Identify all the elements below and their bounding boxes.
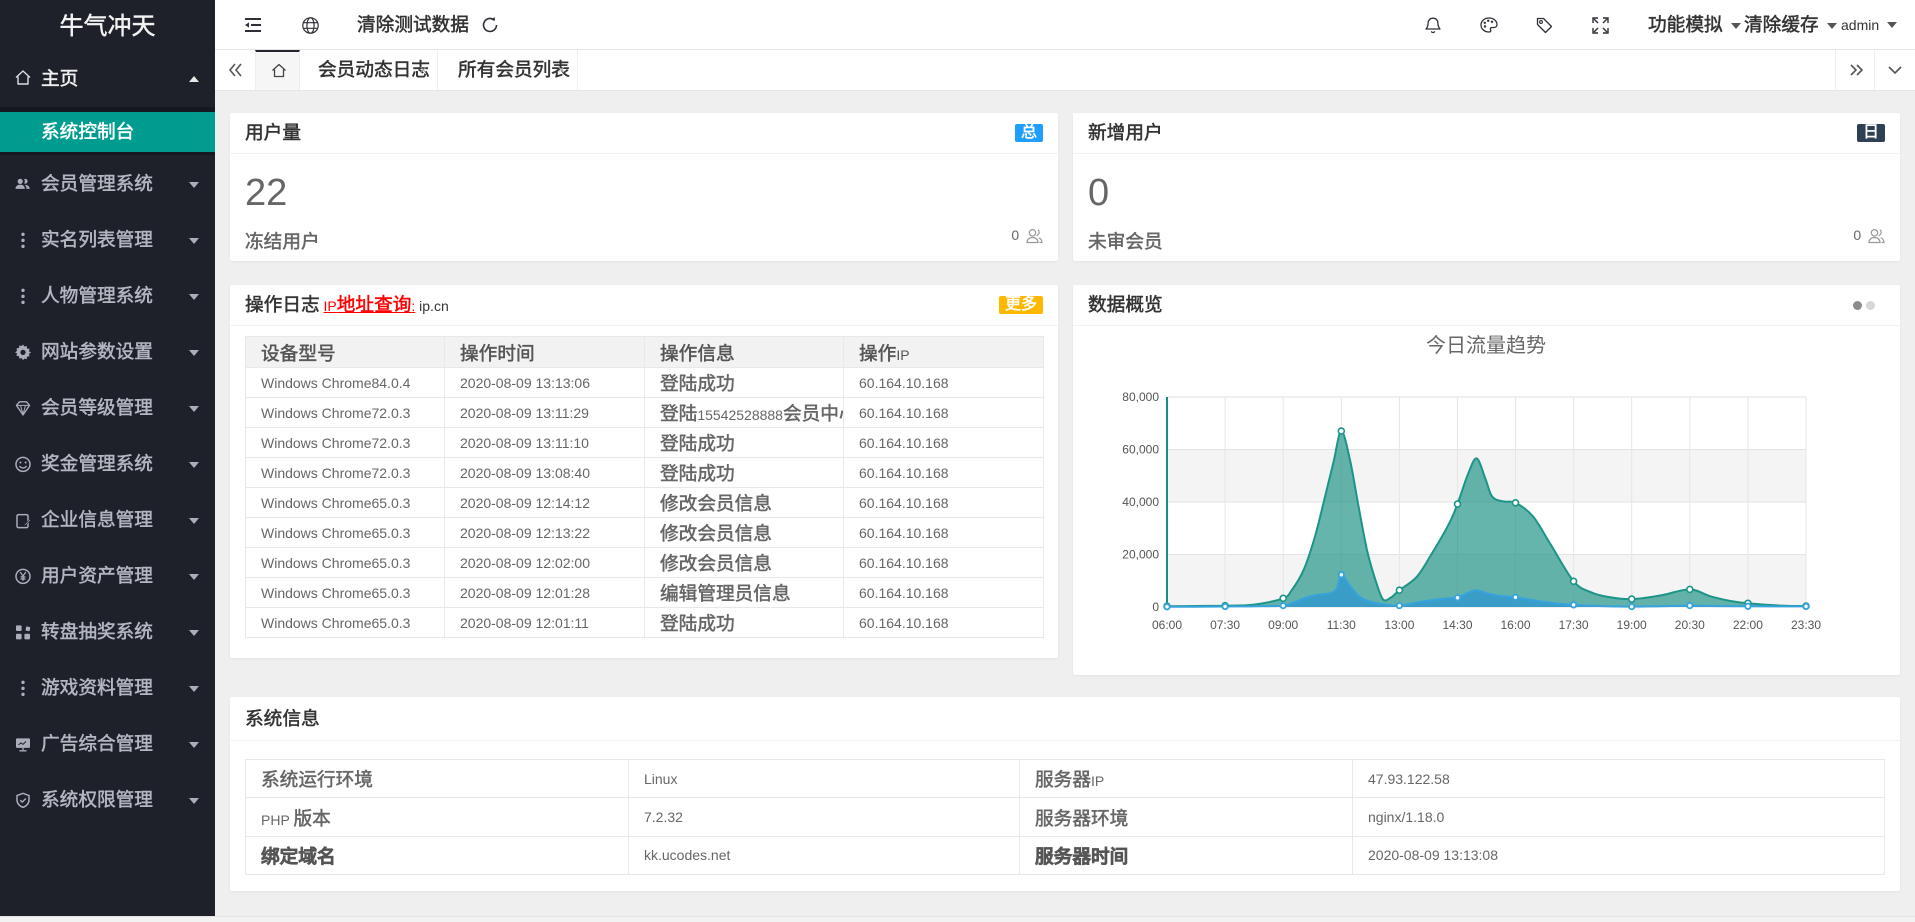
svg-text:09:00: 09:00 [1268, 618, 1298, 632]
svg-text:16:00: 16:00 [1500, 618, 1530, 632]
svg-text:40,000: 40,000 [1122, 495, 1159, 509]
svg-text:80,000: 80,000 [1122, 390, 1159, 404]
svg-text:60,000: 60,000 [1122, 443, 1159, 457]
svg-text:22:00: 22:00 [1733, 618, 1763, 632]
svg-text:13:00: 13:00 [1384, 618, 1414, 632]
svg-text:20:30: 20:30 [1675, 618, 1705, 632]
svg-text:23:30: 23:30 [1791, 618, 1821, 632]
svg-text:0: 0 [1152, 600, 1159, 614]
svg-text:19:00: 19:00 [1617, 618, 1647, 632]
svg-text:06:00: 06:00 [1152, 618, 1182, 632]
svg-text:17:30: 17:30 [1559, 618, 1589, 632]
svg-text:20,000: 20,000 [1122, 548, 1159, 562]
svg-text:11:30: 11:30 [1327, 618, 1356, 632]
svg-text:今日流量趋势: 今日流量趋势 [1426, 334, 1546, 357]
svg-text:07:30: 07:30 [1210, 618, 1240, 632]
svg-text:14:30: 14:30 [1442, 618, 1472, 632]
